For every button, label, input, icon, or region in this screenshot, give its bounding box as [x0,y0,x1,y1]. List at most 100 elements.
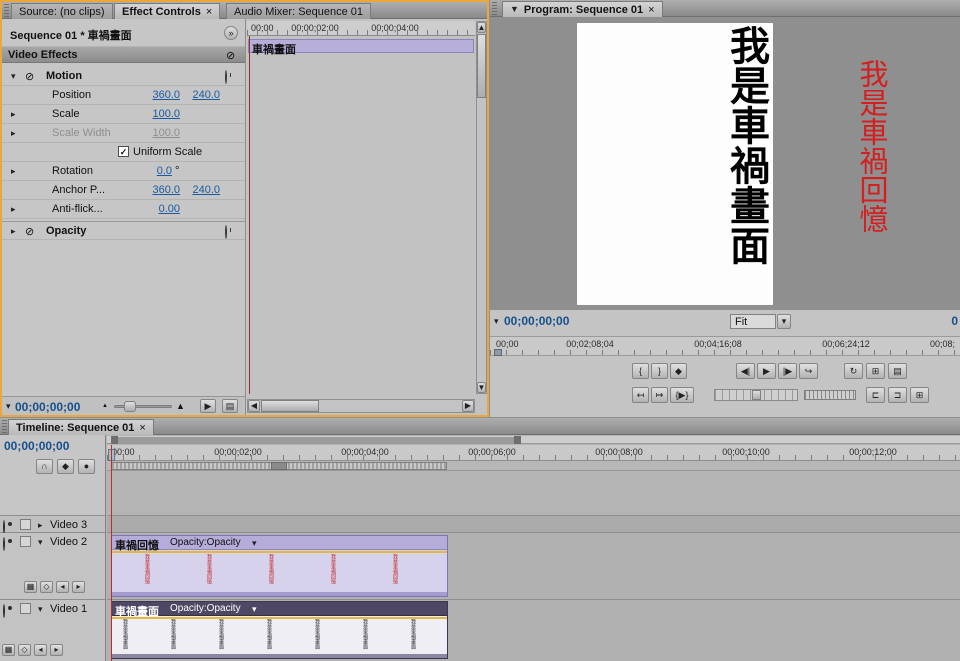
clip-video1[interactable]: 車禍畫面 Opacity:Opacity ▾ 我是車禍畫面 我是車禍畫面 我是車… [111,601,448,659]
current-time-indicator[interactable] [249,36,250,394]
viewing-area-left-handle[interactable] [111,436,118,444]
uniform-scale-checkbox[interactable]: ✓ [118,146,129,157]
expander-right-icon[interactable]: ▸ [11,227,16,236]
panel-grip[interactable] [4,4,9,17]
position-y-value[interactable]: 240.0 [184,89,220,101]
output-button[interactable]: ▤ [888,363,907,379]
program-cti-marker[interactable] [494,349,502,356]
effects-options-button[interactable]: ▤ [222,399,238,413]
chevron-down-icon[interactable]: ▾ [494,317,499,326]
show-hide-effects-button[interactable]: » [224,26,238,40]
scroll-left-icon[interactable]: ◀ [248,400,260,412]
clip-effect-dropdown-icon[interactable]: ▾ [252,539,257,548]
goto-in-button[interactable]: ↤ [632,387,649,403]
play-button[interactable]: ▶ [757,363,776,379]
clip-effect-label[interactable]: Opacity:Opacity [170,537,241,548]
effect-enabled-icon[interactable]: ⊘ [25,225,34,238]
anchor-x-value[interactable]: 360.0 [144,184,180,196]
close-icon[interactable]: × [206,6,212,18]
zoom-slider[interactable] [114,405,172,408]
track-lock-toggle[interactable] [20,519,31,530]
toggle-track-output-icon[interactable] [3,520,5,534]
expander-right-icon[interactable]: ▸ [11,205,16,214]
zoom-out-icon[interactable]: ▲ [102,403,108,409]
clip-video2[interactable]: 車禍回憶 Opacity:Opacity ▾ 我是車禍回憶 我是車禍回憶 我是車… [111,535,448,597]
fit-dropdown-icon[interactable]: ▾ [777,314,791,329]
tab-timeline[interactable]: Timeline: Sequence 01 × [8,419,154,435]
lift-button[interactable]: ⊏ [866,387,885,403]
clip-title-bar[interactable]: 車禍畫面 Opacity:Opacity ▾ [112,602,447,616]
trim-button[interactable]: ⊞ [910,387,929,403]
clip-body[interactable]: 我是車禍回憶 我是車禍回憶 我是車禍回憶 我是車禍回憶 我是車禍回憶 [112,550,447,593]
current-time-indicator[interactable] [111,445,112,661]
effect-row-opacity[interactable]: ▸ ⊘ Opacity [2,221,245,240]
expander-right-icon[interactable]: ▸ [11,110,16,119]
expander-right-icon[interactable]: ▸ [38,521,43,530]
horizontal-scrollbar[interactable]: ◀ ▶ [247,399,475,413]
play-in-out-button[interactable]: ↪ [799,363,818,379]
mixdown-button[interactable]: ● [78,459,95,474]
step-forward-button[interactable]: |▶ [778,363,797,379]
antiflicker-value[interactable]: 0.00 [144,203,180,215]
program-timecode[interactable]: 00;00;00;00 [504,314,569,328]
expander-right-icon[interactable]: ▸ [11,167,16,176]
scroll-right-icon[interactable]: ▶ [462,400,474,412]
fit-select[interactable]: Fit [730,314,776,329]
next-keyframe-button[interactable]: ▸ [72,581,85,593]
effect-timeline-clip[interactable]: 車禍畫面 [248,39,474,53]
clip-effect-dropdown-icon[interactable]: ▾ [252,605,257,614]
prev-keyframe-button[interactable]: ◂ [34,644,47,656]
loop-button[interactable]: ↻ [844,363,863,379]
expander-down-icon[interactable]: ▾ [11,72,16,81]
work-area-bar[interactable] [107,461,960,471]
timeline-ruler[interactable]: 00;00 00;00;02;00 00;00;04;00 00;00;06;0… [107,445,960,461]
tab-audio-mixer[interactable]: Audio Mixer: Sequence 01 [226,3,371,19]
show-keyframes-button[interactable]: ◇ [40,581,53,593]
track-lock-toggle[interactable] [20,603,31,614]
chevron-down-icon[interactable]: ▾ [6,402,11,411]
toggle-track-output-icon[interactable] [3,604,5,618]
snap-button[interactable]: ∩ [36,459,53,474]
set-in-point-button[interactable]: { [632,363,649,379]
panel-grip[interactable] [492,2,497,15]
display-style-button[interactable]: ▦ [24,581,37,593]
timeline-timecode[interactable]: 00;00;00;00 [4,439,69,453]
scroll-up-icon[interactable]: ▲ [477,22,486,33]
opacity-rubber-band[interactable] [112,617,447,619]
expander-down-icon[interactable]: ▾ [38,538,43,547]
close-icon[interactable]: × [139,422,145,434]
track-lock-toggle[interactable] [20,536,31,547]
play-effect-button[interactable]: ▶ [200,399,216,413]
clip-body[interactable]: 我是車禍畫面 我是車禍畫面 我是車禍畫面 我是車禍畫面 我是車禍畫面 我是車禍畫… [112,616,447,655]
panel-grip[interactable] [2,420,7,433]
viewing-area-right-handle[interactable] [514,436,521,444]
set-marker-button[interactable]: ◆ [670,363,687,379]
effect-row-motion[interactable]: ▾ ⊘ Motion [2,67,245,86]
viewing-area-bar[interactable] [107,436,960,444]
goto-out-button[interactable]: ↦ [651,387,668,403]
extract-button[interactable]: ⊐ [888,387,907,403]
stopwatch-icon[interactable] [225,225,227,239]
shuttle-thumb[interactable] [752,390,761,400]
jog-wheel[interactable] [804,390,856,400]
step-back-button[interactable]: ◀| [736,363,755,379]
show-keyframes-button[interactable]: ◇ [18,644,31,656]
program-ruler[interactable]: 00;00 00;02;08;04 00;04;16;08 00;06;24;1… [490,336,960,356]
next-keyframe-button[interactable]: ▸ [50,644,63,656]
track-row-video3[interactable] [107,515,960,533]
toggle-track-output-icon[interactable] [3,537,5,551]
close-icon[interactable]: × [648,4,654,16]
shuttle-slider[interactable] [714,389,798,401]
effect-timecode[interactable]: 00;00;00;00 [15,400,80,414]
opacity-rubber-band[interactable] [112,551,447,553]
clip-effect-label[interactable]: Opacity:Opacity [170,603,241,614]
expander-down-icon[interactable]: ▾ [38,605,43,614]
anchor-y-value[interactable]: 240.0 [184,184,220,196]
scale-value[interactable]: 100.0 [144,108,180,120]
prev-keyframe-button[interactable]: ◂ [56,581,69,593]
scrollbar-thumb[interactable] [477,34,486,98]
vertical-scrollbar[interactable]: ▲ ▼ [476,21,487,394]
viewing-area-segment[interactable] [111,437,521,443]
zoom-slider-thumb[interactable] [124,401,136,412]
effect-timeline-ruler[interactable]: 00;00 00;00;02;00 00;00;04;00 [247,21,475,36]
